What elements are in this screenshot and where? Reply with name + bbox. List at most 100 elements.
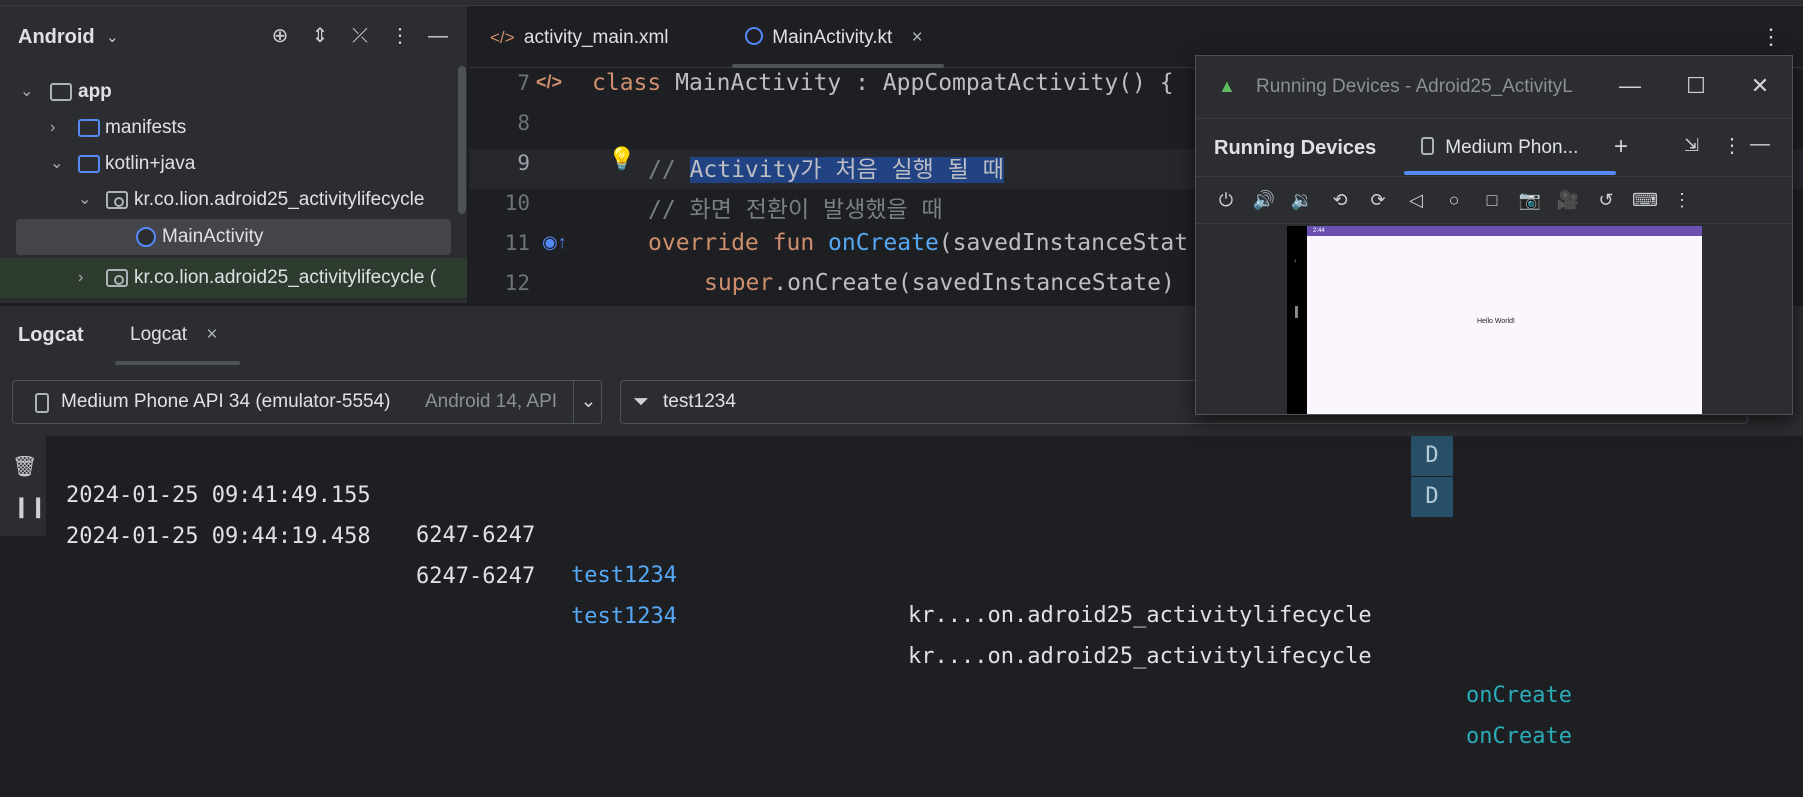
tree-item-kotlin-java[interactable]: ⌄ kotlin+java <box>0 146 467 182</box>
phone-icon <box>1421 137 1434 155</box>
hello-world-text: Hello World! <box>1477 318 1515 325</box>
chevron-right-icon[interactable]: › <box>50 110 55 146</box>
back-icon[interactable]: ◁ <box>1404 188 1428 212</box>
more-options-icon[interactable]: ⋮ <box>1670 188 1694 212</box>
tree-item-test-package[interactable]: › kr.co.lion.adroid25_activitylifecycle … <box>0 260 467 296</box>
locate-icon[interactable]: ⊕ <box>268 24 292 48</box>
code-keyword: override fun <box>648 230 829 256</box>
project-view-selector[interactable]: Android <box>18 26 95 49</box>
screenshot-icon[interactable]: 📷 <box>1518 188 1542 212</box>
minimize-icon[interactable]: — <box>1750 133 1770 156</box>
log-row[interactable]: 2024-01-25 09:44:19.458 6247-6247 test12… <box>46 477 1572 749</box>
close-tab-icon[interactable]: × <box>912 27 923 48</box>
rotate-left-icon[interactable]: ⟲ <box>1328 188 1352 212</box>
collapse-all-icon[interactable]: ⤫ <box>348 24 372 48</box>
code-function: onCreate <box>828 230 939 256</box>
code-keyword: super <box>704 270 774 296</box>
status-time: 2:44 <box>1313 228 1325 234</box>
tree-item-app[interactable]: ⌄ app <box>0 74 467 110</box>
tree-item-label: kr.co.lion.adroid25_activitylifecycle <box>134 189 425 210</box>
log-tag: test1234 <box>571 604 677 629</box>
keyboard-icon[interactable]: ⌨ <box>1632 188 1658 212</box>
kotlin-class-icon <box>136 227 156 247</box>
tree-item-mainactivity[interactable]: MainActivity <box>0 219 467 255</box>
maximize-window-icon[interactable]: ☐ <box>1682 72 1710 100</box>
minimize-window-icon[interactable]: — <box>1616 72 1644 100</box>
tab-logcat[interactable]: Logcat × <box>130 324 217 346</box>
chevron-down-icon[interactable]: ⌄ <box>573 381 603 423</box>
log-package: kr....on.adroid25_activitylifecycle <box>908 603 1372 628</box>
tree-item-label: kotlin+java <box>105 153 196 174</box>
code-line-7[interactable]: class MainActivity : AppCompatActivity()… <box>592 70 1174 96</box>
tab-medium-phone[interactable]: Medium Phon... <box>1421 137 1578 159</box>
tab-mainactivity-kt[interactable]: MainActivity.kt × <box>745 6 923 68</box>
device-selector[interactable]: Medium Phone API 34 (emulator-5554) Andr… <box>12 380 602 424</box>
project-scrollbar[interactable] <box>458 66 466 214</box>
xml-file-icon: </> <box>490 28 515 47</box>
gesture-handle <box>1295 306 1298 318</box>
volume-up-icon[interactable]: 🔊 <box>1252 188 1276 212</box>
xml-navigation-icon[interactable]: </> <box>536 72 562 93</box>
chevron-down-icon[interactable]: ⌄ <box>50 146 63 182</box>
code-line-12[interactable]: super.onCreate(savedInstanceState) <box>704 270 1175 296</box>
kotlin-class-icon <box>745 27 763 45</box>
rotate-right-icon[interactable]: ⟳ <box>1366 188 1390 212</box>
expand-all-icon[interactable]: ⇕ <box>308 24 332 48</box>
trash-icon[interactable]: 🗑 <box>12 454 37 479</box>
device-screen[interactable]: 2:44 Hello World! <box>1307 226 1702 414</box>
log-row[interactable]: 2024-01-25 09:41:49.155 6247-6247 test12… <box>46 436 1572 708</box>
filter-icon[interactable]: ⏷ <box>633 381 649 423</box>
log-level-badge: D <box>1411 477 1453 517</box>
more-tabs-icon[interactable]: ⋮ <box>1760 24 1782 50</box>
device-toolbar: ⏻ 🔊 🔉 ⟲ ⟳ ◁ ○ □ 📷 🎥 ↺ ⌨ ⋮ <box>1196 176 1792 224</box>
screen-record-icon[interactable]: 🎥 <box>1556 188 1580 212</box>
logcat-title: Logcat <box>18 324 84 346</box>
line-number: 9 <box>517 151 530 175</box>
chevron-down-icon[interactable]: ⌄ <box>78 182 91 218</box>
folder-icon <box>78 119 100 137</box>
add-device-icon[interactable]: + <box>1614 133 1628 161</box>
log-pid: 6247-6247 <box>416 523 536 548</box>
close-tab-icon[interactable]: × <box>206 324 217 345</box>
code-comment: // <box>648 157 690 183</box>
code-text: (savedInstanceStat <box>938 230 1189 256</box>
log-tag: test1234 <box>571 563 677 588</box>
tree-item-manifests[interactable]: › manifests <box>0 110 467 146</box>
device-meta: Android 14, API <box>425 391 558 412</box>
snapshot-icon[interactable]: ↺ <box>1594 188 1618 212</box>
tab-label: Logcat <box>130 324 188 345</box>
minimize-icon[interactable]: — <box>426 24 450 48</box>
tab-activity-main-xml[interactable]: </> activity_main.xml <box>490 6 669 68</box>
filter-value: test1234 <box>663 391 736 412</box>
code-line-10[interactable]: // 화면 전환이 발생했을 때 <box>648 190 943 224</box>
overview-icon[interactable]: □ <box>1480 188 1504 212</box>
close-window-icon[interactable]: ✕ <box>1746 72 1774 100</box>
line-number: 12 <box>504 271 530 295</box>
log-level-badge: D <box>1411 436 1453 476</box>
log-message: onCreate <box>1466 724 1572 749</box>
log-package: kr....on.adroid25_activitylifecycle <box>908 644 1372 669</box>
code-line-11[interactable]: override fun onCreate(savedInstanceStat <box>648 230 1188 256</box>
code-line-9[interactable]: // Activity가 처음 실행 될 때 <box>648 150 1004 184</box>
phone-icon <box>35 393 49 413</box>
more-options-icon[interactable]: ⋮ <box>1722 133 1742 158</box>
volume-down-icon[interactable]: 🔉 <box>1290 188 1314 212</box>
more-options-icon[interactable]: ⋮ <box>388 24 412 48</box>
running-devices-header: Running Devices Medium Phon... + ⇲ ⋮ — <box>1196 118 1792 176</box>
tree-item-label: app <box>78 81 112 102</box>
override-marker-icon[interactable]: ◉↑ <box>542 232 567 253</box>
running-devices-title: Running Devices <box>1214 137 1377 159</box>
chevron-down-icon[interactable]: ⌄ <box>20 74 33 110</box>
code-text: MainActivity : AppCompatActivity() { <box>675 70 1174 96</box>
chevron-down-icon[interactable]: ⌄ <box>106 28 119 46</box>
line-number: 7 <box>517 71 530 95</box>
tree-item-package[interactable]: ⌄ kr.co.lion.adroid25_activitylifecycle <box>0 182 467 218</box>
chevron-right-icon[interactable]: › <box>78 260 83 296</box>
dock-icon[interactable]: ⇲ <box>1684 135 1699 156</box>
power-icon[interactable]: ⏻ <box>1214 188 1238 212</box>
package-icon <box>106 191 128 209</box>
home-icon[interactable]: ○ <box>1442 188 1466 212</box>
lightbulb-icon[interactable]: 💡 <box>608 146 635 172</box>
pause-icon[interactable]: ❙❙ <box>13 494 47 519</box>
tree-item-label: kr.co.lion.adroid25_activitylifecycle ( <box>134 267 437 288</box>
